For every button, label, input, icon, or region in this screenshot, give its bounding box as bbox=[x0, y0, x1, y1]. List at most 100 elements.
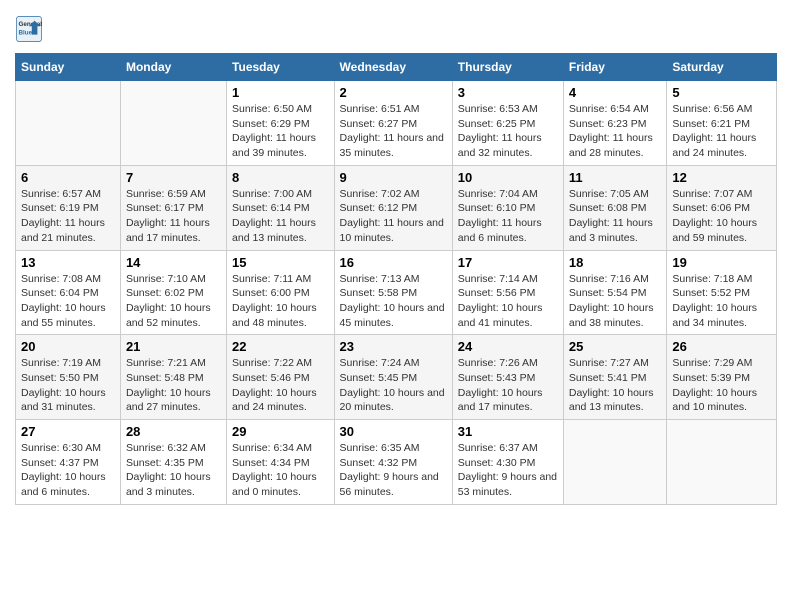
header-friday: Friday bbox=[563, 54, 667, 81]
day-info: Sunrise: 6:56 AM Sunset: 6:21 PM Dayligh… bbox=[672, 102, 771, 161]
day-info: Sunrise: 6:53 AM Sunset: 6:25 PM Dayligh… bbox=[458, 102, 558, 161]
calendar-cell: 8 Sunrise: 7:00 AM Sunset: 6:14 PM Daylig… bbox=[227, 165, 335, 250]
calendar-cell: 29 Sunrise: 6:34 AM Sunset: 4:34 PM Dayli… bbox=[227, 420, 335, 505]
calendar-cell: 20Sunrise: 7:19 AM Sunset: 5:50 PM Dayli… bbox=[16, 335, 121, 420]
day-number: 7 bbox=[126, 170, 221, 185]
day-number: 9 bbox=[340, 170, 447, 185]
header-tuesday: Tuesday bbox=[227, 54, 335, 81]
calendar-header-row: SundayMondayTuesdayWednesdayThursdayFrid… bbox=[16, 54, 777, 81]
day-info: Sunrise: 6:54 AM Sunset: 6:23 PM Dayligh… bbox=[569, 102, 662, 161]
header-wednesday: Wednesday bbox=[334, 54, 452, 81]
day-number: 4 bbox=[569, 85, 662, 100]
day-info: Sunrise: 7:29 AM Sunset: 5:39 PM Dayligh… bbox=[672, 356, 771, 415]
day-number: 23 bbox=[340, 339, 447, 354]
day-number: 29 bbox=[232, 424, 329, 439]
day-info: Sunrise: 7:26 AM Sunset: 5:43 PM Dayligh… bbox=[458, 356, 558, 415]
day-info: Sunrise: 7:05 AM Sunset: 6:08 PM Dayligh… bbox=[569, 187, 662, 246]
calendar-cell: 30 Sunrise: 6:35 AM Sunset: 4:32 PM Dayli… bbox=[334, 420, 452, 505]
calendar-cell: 16 Sunrise: 7:13 AM Sunset: 5:58 PM Dayli… bbox=[334, 250, 452, 335]
day-info: Sunrise: 7:13 AM Sunset: 5:58 PM Dayligh… bbox=[340, 272, 447, 331]
day-info: Sunrise: 6:34 AM Sunset: 4:34 PM Dayligh… bbox=[232, 441, 329, 500]
day-number: 3 bbox=[458, 85, 558, 100]
calendar-table: SundayMondayTuesdayWednesdayThursdayFrid… bbox=[15, 53, 777, 505]
day-number: 21 bbox=[126, 339, 221, 354]
calendar-cell: 22Sunrise: 7:22 AM Sunset: 5:46 PM Dayli… bbox=[227, 335, 335, 420]
day-info: Sunrise: 6:32 AM Sunset: 4:35 PM Dayligh… bbox=[126, 441, 221, 500]
day-number: 12 bbox=[672, 170, 771, 185]
svg-text:Blue: Blue bbox=[19, 30, 33, 37]
calendar-cell bbox=[120, 81, 226, 166]
day-number: 5 bbox=[672, 85, 771, 100]
week-row-5: 27 Sunrise: 6:30 AM Sunset: 4:37 PM Dayli… bbox=[16, 420, 777, 505]
day-number: 6 bbox=[21, 170, 115, 185]
day-number: 1 bbox=[232, 85, 329, 100]
day-number: 11 bbox=[569, 170, 662, 185]
day-info: Sunrise: 7:00 AM Sunset: 6:14 PM Dayligh… bbox=[232, 187, 329, 246]
calendar-cell: 28 Sunrise: 6:32 AM Sunset: 4:35 PM Dayli… bbox=[120, 420, 226, 505]
calendar-cell: 24 Sunrise: 7:26 AM Sunset: 5:43 PM Dayli… bbox=[452, 335, 563, 420]
day-number: 25 bbox=[569, 339, 662, 354]
logo: General Blue bbox=[15, 15, 47, 43]
day-number: 14 bbox=[126, 255, 221, 270]
day-info: Sunrise: 7:07 AM Sunset: 6:06 PM Dayligh… bbox=[672, 187, 771, 246]
day-number: 19 bbox=[672, 255, 771, 270]
calendar-cell: 27 Sunrise: 6:30 AM Sunset: 4:37 PM Dayli… bbox=[16, 420, 121, 505]
week-row-2: 6 Sunrise: 6:57 AM Sunset: 6:19 PM Daylig… bbox=[16, 165, 777, 250]
day-info: Sunrise: 6:51 AM Sunset: 6:27 PM Dayligh… bbox=[340, 102, 447, 161]
day-number: 10 bbox=[458, 170, 558, 185]
calendar-cell: 10 Sunrise: 7:04 AM Sunset: 6:10 PM Dayli… bbox=[452, 165, 563, 250]
day-number: 24 bbox=[458, 339, 558, 354]
day-info: Sunrise: 6:57 AM Sunset: 6:19 PM Dayligh… bbox=[21, 187, 115, 246]
day-info: Sunrise: 7:08 AM Sunset: 6:04 PM Dayligh… bbox=[21, 272, 115, 331]
calendar-cell: 2 Sunrise: 6:51 AM Sunset: 6:27 PM Daylig… bbox=[334, 81, 452, 166]
day-info: Sunrise: 6:59 AM Sunset: 6:17 PM Dayligh… bbox=[126, 187, 221, 246]
day-number: 13 bbox=[21, 255, 115, 270]
day-number: 2 bbox=[340, 85, 447, 100]
header-monday: Monday bbox=[120, 54, 226, 81]
calendar-cell: 31Sunrise: 6:37 AM Sunset: 4:30 PM Dayli… bbox=[452, 420, 563, 505]
day-number: 27 bbox=[21, 424, 115, 439]
day-info: Sunrise: 7:24 AM Sunset: 5:45 PM Dayligh… bbox=[340, 356, 447, 415]
day-info: Sunrise: 7:14 AM Sunset: 5:56 PM Dayligh… bbox=[458, 272, 558, 331]
calendar-cell bbox=[16, 81, 121, 166]
day-info: Sunrise: 7:19 AM Sunset: 5:50 PM Dayligh… bbox=[21, 356, 115, 415]
calendar-cell: 3 Sunrise: 6:53 AM Sunset: 6:25 PM Daylig… bbox=[452, 81, 563, 166]
day-info: Sunrise: 7:04 AM Sunset: 6:10 PM Dayligh… bbox=[458, 187, 558, 246]
calendar-cell: 26 Sunrise: 7:29 AM Sunset: 5:39 PM Dayli… bbox=[667, 335, 777, 420]
calendar-cell: 17 Sunrise: 7:14 AM Sunset: 5:56 PM Dayli… bbox=[452, 250, 563, 335]
week-row-1: 1Sunrise: 6:50 AM Sunset: 6:29 PM Daylig… bbox=[16, 81, 777, 166]
day-info: Sunrise: 7:11 AM Sunset: 6:00 PM Dayligh… bbox=[232, 272, 329, 331]
calendar-cell: 19Sunrise: 7:18 AM Sunset: 5:52 PM Dayli… bbox=[667, 250, 777, 335]
calendar-cell bbox=[563, 420, 667, 505]
day-info: Sunrise: 7:02 AM Sunset: 6:12 PM Dayligh… bbox=[340, 187, 447, 246]
calendar-cell: 25Sunrise: 7:27 AM Sunset: 5:41 PM Dayli… bbox=[563, 335, 667, 420]
day-info: Sunrise: 6:30 AM Sunset: 4:37 PM Dayligh… bbox=[21, 441, 115, 500]
day-number: 18 bbox=[569, 255, 662, 270]
header-sunday: Sunday bbox=[16, 54, 121, 81]
day-number: 30 bbox=[340, 424, 447, 439]
day-info: Sunrise: 7:16 AM Sunset: 5:54 PM Dayligh… bbox=[569, 272, 662, 331]
day-number: 8 bbox=[232, 170, 329, 185]
day-number: 28 bbox=[126, 424, 221, 439]
calendar-cell: 4 Sunrise: 6:54 AM Sunset: 6:23 PM Daylig… bbox=[563, 81, 667, 166]
calendar-cell: 7 Sunrise: 6:59 AM Sunset: 6:17 PM Daylig… bbox=[120, 165, 226, 250]
day-number: 16 bbox=[340, 255, 447, 270]
calendar-cell: 5 Sunrise: 6:56 AM Sunset: 6:21 PM Daylig… bbox=[667, 81, 777, 166]
header-thursday: Thursday bbox=[452, 54, 563, 81]
calendar-cell: 21 Sunrise: 7:21 AM Sunset: 5:48 PM Dayli… bbox=[120, 335, 226, 420]
header-saturday: Saturday bbox=[667, 54, 777, 81]
day-number: 15 bbox=[232, 255, 329, 270]
day-info: Sunrise: 6:37 AM Sunset: 4:30 PM Dayligh… bbox=[458, 441, 558, 500]
calendar-cell: 13 Sunrise: 7:08 AM Sunset: 6:04 PM Dayli… bbox=[16, 250, 121, 335]
day-number: 17 bbox=[458, 255, 558, 270]
calendar-cell: 12 Sunrise: 7:07 AM Sunset: 6:06 PM Dayli… bbox=[667, 165, 777, 250]
day-info: Sunrise: 7:21 AM Sunset: 5:48 PM Dayligh… bbox=[126, 356, 221, 415]
day-number: 26 bbox=[672, 339, 771, 354]
day-info: Sunrise: 6:35 AM Sunset: 4:32 PM Dayligh… bbox=[340, 441, 447, 500]
calendar-cell: 14Sunrise: 7:10 AM Sunset: 6:02 PM Dayli… bbox=[120, 250, 226, 335]
logo-icon: General Blue bbox=[15, 15, 43, 43]
calendar-cell: 18 Sunrise: 7:16 AM Sunset: 5:54 PM Dayli… bbox=[563, 250, 667, 335]
calendar-cell bbox=[667, 420, 777, 505]
calendar-cell: 6 Sunrise: 6:57 AM Sunset: 6:19 PM Daylig… bbox=[16, 165, 121, 250]
calendar-cell: 15 Sunrise: 7:11 AM Sunset: 6:00 PM Dayli… bbox=[227, 250, 335, 335]
